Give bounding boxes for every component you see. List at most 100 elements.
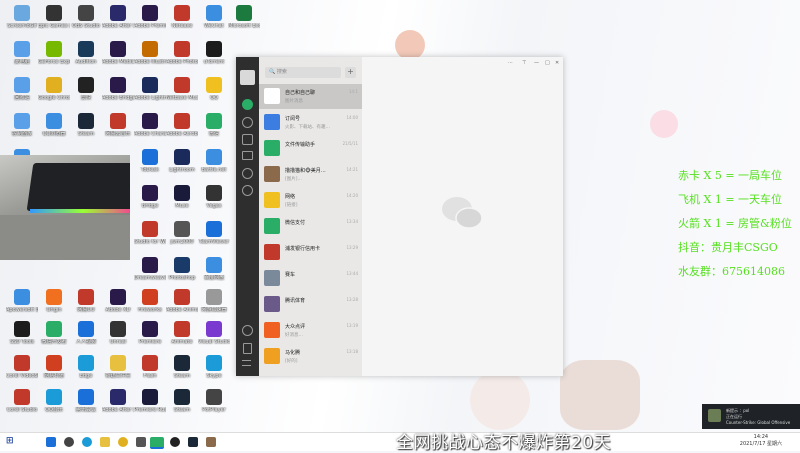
chat-list-item[interactable]: 订阅号 火影、下载站、有趣… 14:00 <box>259 110 362 135</box>
desktop-icon[interactable]: ToDesk <box>134 146 166 182</box>
moments-icon[interactable] <box>242 168 253 179</box>
chat-icon[interactable] <box>242 99 253 110</box>
steam-icon[interactable] <box>188 437 198 447</box>
more-button[interactable]: ⋯ <box>508 60 513 66</box>
chat-list-item[interactable]: 浦发银行信用卡 13:29 <box>259 240 362 265</box>
desktop-icon[interactable]: Origin <box>38 286 70 322</box>
close-button[interactable]: ✕ <box>555 60 559 66</box>
desktop-icon[interactable]: 此电脑 <box>6 38 38 74</box>
chat-list-item[interactable]: 文件传输助手 21/5/11 <box>259 136 362 161</box>
desktop-icon[interactable]: Studio for Windows <box>134 218 166 254</box>
chrome-icon[interactable] <box>118 437 128 447</box>
chat-list-item[interactable]: 网络 [链接] 14:20 <box>259 188 362 213</box>
mobile-icon[interactable] <box>243 343 252 354</box>
search-input[interactable]: 🔍 搜索 <box>265 67 341 78</box>
chat-list-item[interactable]: 赛车 13:44 <box>259 266 362 291</box>
desktop-icon[interactable]: Bridge <box>134 182 166 218</box>
desktop-icon[interactable]: PotPlayer <box>198 386 230 422</box>
desktop-icon[interactable]: Netease <box>166 2 198 38</box>
desktop-icon[interactable]: 网易UU <box>70 286 102 322</box>
desktop-icon[interactable]: Photoshop <box>166 254 198 290</box>
desktop-icon[interactable]: NetEase Music <box>166 74 198 110</box>
favorites-icon[interactable] <box>242 134 253 145</box>
desktop-icon[interactable]: Premiere Rush <box>134 386 166 422</box>
desktop-icon[interactable]: Steam <box>166 352 198 388</box>
desktop-icon[interactable]: WeChat <box>198 2 230 38</box>
desktop-icon[interactable]: Adobe XD <box>102 286 134 322</box>
avatar[interactable] <box>240 70 255 85</box>
desktop-icon[interactable]: Animate <box>166 318 198 354</box>
chat-list-item[interactable]: 大众点评 好消息… 13:19 <box>259 318 362 343</box>
desktop-icon[interactable]: Microsoft Excel <box>228 2 260 38</box>
desktop-icon[interactable]: Corel Studio <box>6 386 38 422</box>
desktop-icon[interactable]: QQ <box>198 74 230 110</box>
desktop-icon[interactable]: SSD Tools <box>6 318 38 354</box>
desktop-icon[interactable]: Apowersoft 录屏 <box>6 286 38 322</box>
desktop-icon[interactable]: Adobe Photoshop <box>166 38 198 74</box>
desktop-icon[interactable]: Adobe After Effects CC <box>102 386 134 422</box>
desktop-icon[interactable]: Adobe Character <box>134 110 166 146</box>
minimize-button[interactable]: — <box>534 60 539 66</box>
desktop-icon[interactable]: Adobe Acrobat <box>166 110 198 146</box>
desktop-icon[interactable]: Epic Games Launcher <box>38 2 70 38</box>
search-icon[interactable] <box>64 437 74 447</box>
desktop-icon[interactable]: QQ音乐 <box>38 386 70 422</box>
wechat-taskbar-icon[interactable] <box>150 437 164 449</box>
desktop-icon[interactable]: Unreal <box>102 318 134 354</box>
wechat-window[interactable]: 🔍 搜索 + 自己和自己聊 图片消息 14:1 订阅号 火影、下载站、有趣… 14:00 文… <box>236 57 563 376</box>
desktop-icon[interactable]: Adobe Illustrator <box>134 38 166 74</box>
desktop-icon[interactable]: Adobe Premiere <box>134 2 166 38</box>
folder-icon[interactable] <box>242 151 253 160</box>
desktop-icon[interactable]: Lightroom <box>166 146 198 182</box>
desktop-icon[interactable]: 网游加速器 <box>198 286 230 322</box>
desktop-icon[interactable]: Skype <box>198 352 230 388</box>
desktop-icon[interactable]: Audition <box>70 38 102 74</box>
desktop-icon[interactable]: Battle.net <box>198 146 230 182</box>
desktop-icon[interactable]: OBS Studio <box>70 2 102 38</box>
desktop-icon[interactable]: 百度网盘 <box>198 254 230 290</box>
desktop-icon[interactable]: Edge <box>70 352 102 388</box>
desktop-icon[interactable]: uTorrent <box>198 38 230 74</box>
menu-icon[interactable] <box>242 360 251 366</box>
desktop-icon[interactable]: 回收站 <box>6 74 38 110</box>
contacts-icon[interactable] <box>242 117 253 128</box>
explorer-icon[interactable] <box>100 437 110 447</box>
desktop-icon[interactable]: TeamViewer <box>198 218 230 254</box>
desktop-icon[interactable]: 人人视频 <box>70 318 102 354</box>
chat-list-item[interactable]: 撸撸猫和🐵美月… [图片]… 14:21 <box>259 162 362 187</box>
mini-program-icon[interactable] <box>242 185 253 196</box>
edge-icon[interactable] <box>82 437 92 447</box>
desktop-icon[interactable]: Corel VideoStudio <box>6 352 38 388</box>
start-icon[interactable] <box>46 437 56 447</box>
desktop-icon[interactable]: jwm2000 <box>166 218 198 254</box>
desktop-icon[interactable]: 网易有道 <box>38 352 70 388</box>
desktop-icon[interactable]: 微信开发者 <box>38 318 70 354</box>
pin-button[interactable]: ⊤ <box>522 60 526 66</box>
add-button[interactable]: + <box>345 67 356 78</box>
desktop-icon[interactable]: Adobe Animate <box>166 286 198 322</box>
desktop-icon[interactable]: ScreenToGif <box>6 2 38 38</box>
desktop-icon[interactable]: Muse <box>166 182 198 218</box>
phone-icon[interactable] <box>242 325 253 336</box>
chat-list-item[interactable]: 马化腾 [好的] 13:18 <box>259 344 362 369</box>
desktop-icon[interactable]: Adobe Bridge <box>102 74 134 110</box>
obs-icon[interactable] <box>170 437 180 447</box>
desktop-icon[interactable]: QQ浏览器 <box>38 110 70 146</box>
desktop-icon[interactable]: Visual Studio <box>198 318 230 354</box>
desktop-icon[interactable]: GeForce Experience <box>38 38 70 74</box>
desktop-icon[interactable]: Premiere <box>134 318 166 354</box>
desktop-icon[interactable]: 腾讯会议 <box>70 386 102 422</box>
desktop-icon[interactable]: Vegas <box>198 182 230 218</box>
desktop-icon[interactable]: Steam <box>70 110 102 146</box>
desktop-icon[interactable]: Adobe After Effects <box>102 2 134 38</box>
desktop-icon[interactable]: Flash <box>134 352 166 388</box>
file-icon[interactable] <box>206 437 216 447</box>
desktop-icon[interactable]: Steam <box>166 386 198 422</box>
media-icon[interactable] <box>136 437 146 447</box>
desktop-icon[interactable]: 新建文件夹 <box>102 352 134 388</box>
desktop-icon[interactable]: Fireworks <box>134 286 166 322</box>
desktop-icon[interactable]: Dreamweaver <box>134 254 166 290</box>
maximize-button[interactable]: □ <box>545 60 550 66</box>
start-logo[interactable]: ⊞ <box>6 436 13 446</box>
desktop-icon[interactable]: 微信 <box>198 110 230 146</box>
